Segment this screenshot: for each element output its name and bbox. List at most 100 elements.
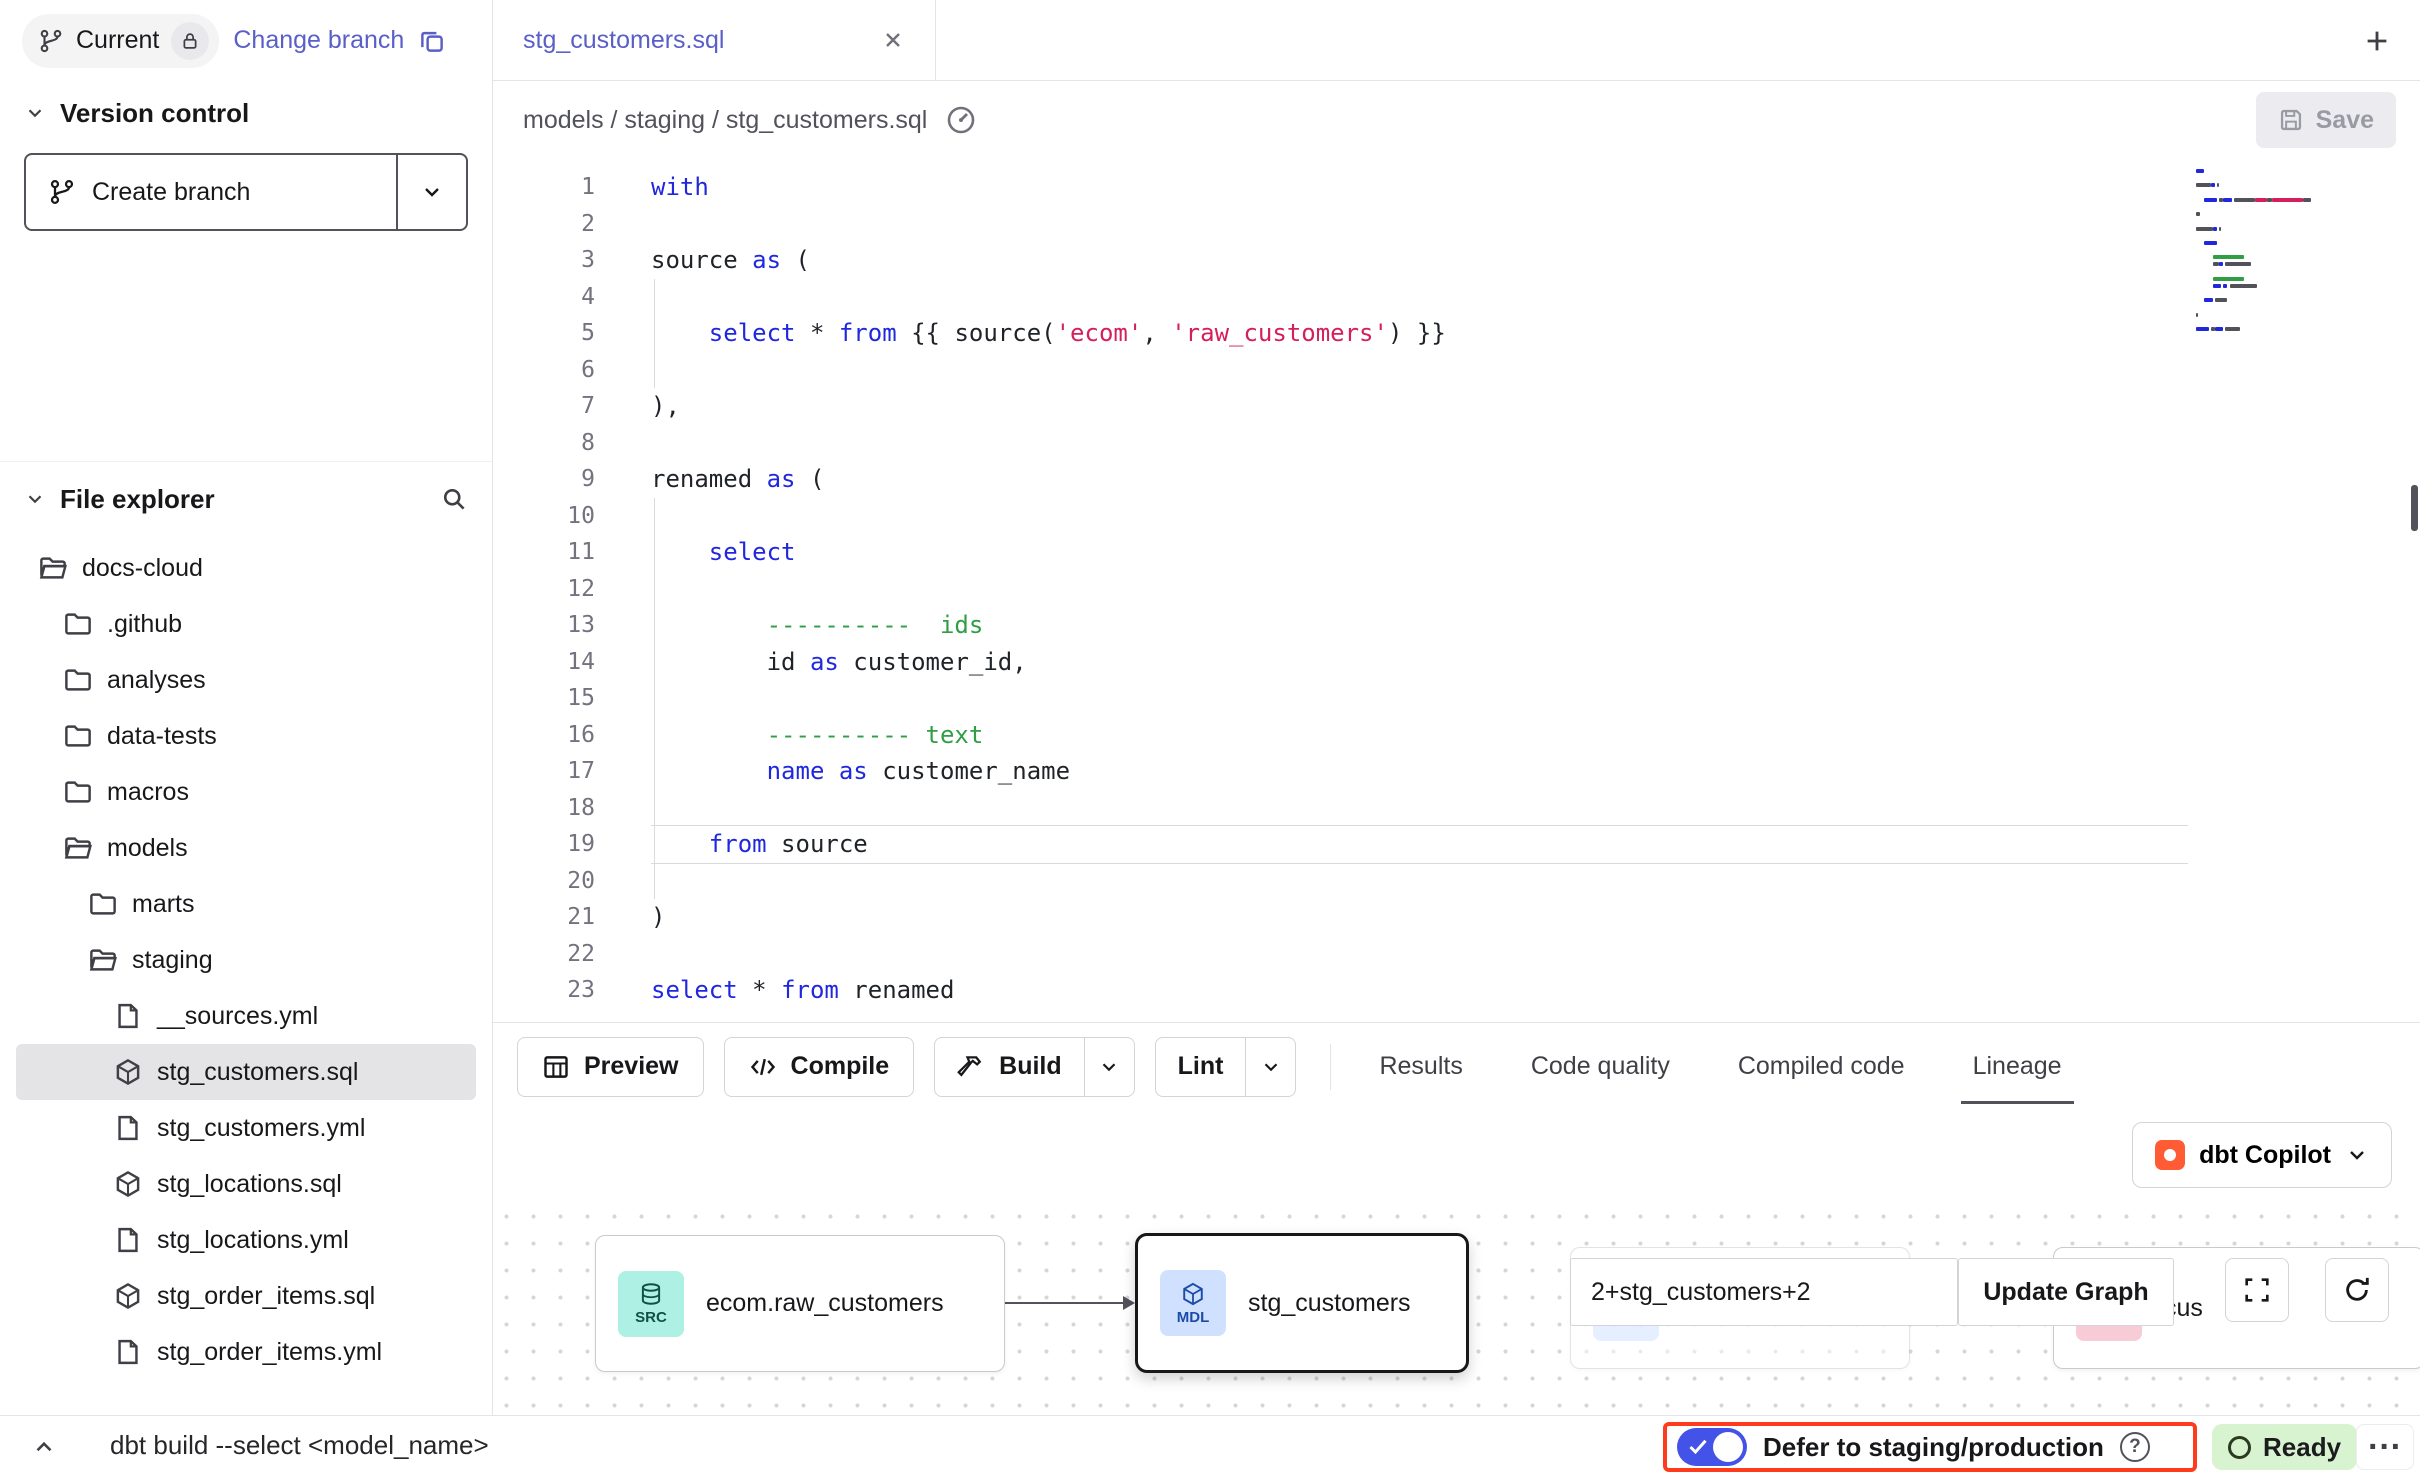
panel-tab-compiled-code[interactable]: Compiled code <box>1738 1023 1905 1110</box>
editor-scrollbar[interactable] <box>2411 485 2418 531</box>
code-line-6[interactable]: 6 <box>493 352 2188 389</box>
file-item-label: data-tests <box>107 722 217 751</box>
folder-open-icon <box>38 553 68 583</box>
refresh-button[interactable] <box>2325 1258 2389 1322</box>
file-item-docs-cloud[interactable]: docs-cloud <box>16 540 476 596</box>
code-editor[interactable]: 1with23source as (45 select * from {{ so… <box>493 159 2420 1022</box>
file-icon <box>113 1337 143 1367</box>
collapse-panel-button[interactable] <box>24 1430 64 1464</box>
panel-tab-code-quality[interactable]: Code quality <box>1531 1023 1670 1110</box>
code-line-15[interactable]: 15 <box>493 680 2188 717</box>
line-content: from source <box>651 826 2188 863</box>
code-line-14[interactable]: 14 id as customer_id, <box>493 644 2188 681</box>
file-item-stg-order-items-yml[interactable]: stg_order_items.yml <box>16 1324 476 1380</box>
new-tab-button[interactable] <box>2354 18 2400 64</box>
create-branch-button[interactable]: Create branch <box>26 155 396 229</box>
file-item-stg-locations-yml[interactable]: stg_locations.yml <box>16 1212 476 1268</box>
save-button[interactable]: Save <box>2256 92 2396 148</box>
lineage-node-stg-customers[interactable]: MDL stg_customers <box>1135 1233 1469 1373</box>
code-line-2[interactable]: 2 <box>493 206 2188 243</box>
fullscreen-button[interactable] <box>2225 1258 2289 1322</box>
file-item-analyses[interactable]: analyses <box>16 652 476 708</box>
version-control-header[interactable]: Version control <box>0 81 492 145</box>
dbt-copilot-button[interactable]: dbt Copilot <box>2132 1122 2392 1188</box>
code-line-7[interactable]: 7), <box>493 388 2188 425</box>
code-line-11[interactable]: 11 select <box>493 534 2188 571</box>
code-line-4[interactable]: 4 <box>493 279 2188 316</box>
tab-stg-customers-sql[interactable]: stg_customers.sql <box>493 0 936 80</box>
code-line-9[interactable]: 9renamed as ( <box>493 461 2188 498</box>
file-item-label: __sources.yml <box>157 1002 318 1031</box>
cube-icon <box>1180 1281 1206 1307</box>
build-label: Build <box>999 1052 1062 1081</box>
change-branch-link[interactable]: Change branch <box>233 26 404 55</box>
current-branch-pill[interactable]: Current <box>22 14 219 68</box>
file-explorer-header[interactable]: File explorer <box>0 462 492 536</box>
panel-tab-results[interactable]: Results <box>1379 1023 1462 1110</box>
sidebar: Current Change branch Version control <box>0 0 493 1415</box>
code-line-8[interactable]: 8 <box>493 425 2188 462</box>
copy-icon[interactable] <box>418 27 446 55</box>
file-item-macros[interactable]: macros <box>16 764 476 820</box>
code-line-3[interactable]: 3source as ( <box>493 242 2188 279</box>
gauge-icon[interactable] <box>945 104 977 136</box>
panel-tab-lineage[interactable]: Lineage <box>1973 1023 2062 1110</box>
compile-button[interactable]: Compile <box>724 1037 915 1097</box>
line-content: ---------- text <box>651 717 2188 754</box>
lock-icon <box>180 31 200 51</box>
lint-dropdown[interactable] <box>1245 1038 1295 1096</box>
build-dropdown[interactable] <box>1084 1038 1134 1096</box>
branch-bar: Current Change branch <box>0 0 492 81</box>
code-line-12[interactable]: 12 <box>493 571 2188 608</box>
minimap[interactable] <box>2196 169 2320 334</box>
file-item-label: marts <box>132 890 195 919</box>
code-line-10[interactable]: 10 <box>493 498 2188 535</box>
badge-label: SRC <box>635 1309 667 1326</box>
status-badge[interactable]: Ready <box>2212 1424 2357 1470</box>
file-item-stg-customers-yml[interactable]: stg_customers.yml <box>16 1100 476 1156</box>
code-line-20[interactable]: 20 <box>493 863 2188 900</box>
file-item-label: macros <box>107 778 189 807</box>
lineage-node-source[interactable]: SRC ecom.raw_customers <box>595 1235 1005 1372</box>
code-line-1[interactable]: 1with <box>493 169 2188 206</box>
file-item-stg-order-items-sql[interactable]: stg_order_items.sql <box>16 1268 476 1324</box>
fullscreen-icon <box>2242 1275 2272 1305</box>
lint-button[interactable]: Lint <box>1156 1038 1246 1096</box>
close-icon[interactable] <box>881 28 905 52</box>
code-line-22[interactable]: 22 <box>493 936 2188 973</box>
help-icon[interactable]: ? <box>2120 1432 2150 1462</box>
update-graph-button[interactable]: Update Graph <box>1958 1258 2174 1326</box>
file-item-models[interactable]: models <box>16 820 476 876</box>
code-line-5[interactable]: 5 select * from {{ source('ecom', 'raw_c… <box>493 315 2188 352</box>
ready-circle-icon <box>2228 1436 2251 1459</box>
code-line-17[interactable]: 17 name as customer_name <box>493 753 2188 790</box>
code-icon <box>749 1053 777 1081</box>
preview-button[interactable]: Preview <box>517 1037 704 1097</box>
preview-label: Preview <box>584 1052 679 1081</box>
cli-command-text[interactable]: dbt build --select <model_name> <box>110 1430 489 1461</box>
defer-toggle[interactable] <box>1677 1428 1747 1466</box>
file-item-label: stg_locations.yml <box>157 1226 349 1255</box>
code-line-19[interactable]: 19 from source <box>493 826 2188 863</box>
file-item-stg-locations-sql[interactable]: stg_locations.sql <box>16 1156 476 1212</box>
build-button[interactable]: Build <box>935 1038 1084 1096</box>
code-line-13[interactable]: 13 ---------- ids <box>493 607 2188 644</box>
code-line-23[interactable]: 23select * from renamed <box>493 972 2188 1009</box>
search-icon[interactable] <box>440 485 468 513</box>
overflow-menu-button[interactable]: ··· <box>2356 1424 2414 1470</box>
file-item-stg-customers-sql[interactable]: stg_customers.sql <box>16 1044 476 1100</box>
file-item-label: stg_order_items.yml <box>157 1338 382 1367</box>
file-item--sources-yml[interactable]: __sources.yml <box>16 988 476 1044</box>
code-line-18[interactable]: 18 <box>493 790 2188 827</box>
code-line-21[interactable]: 21) <box>493 899 2188 936</box>
file-item-data-tests[interactable]: data-tests <box>16 708 476 764</box>
file-item-staging[interactable]: staging <box>16 932 476 988</box>
defer-label: Defer to staging/production <box>1763 1432 2104 1463</box>
file-item--github[interactable]: .github <box>16 596 476 652</box>
file-item-marts[interactable]: marts <box>16 876 476 932</box>
lineage-selector-input[interactable] <box>1570 1258 1958 1326</box>
create-branch-dropdown[interactable] <box>396 155 466 229</box>
line-number: 9 <box>493 461 595 498</box>
code-line-16[interactable]: 16 ---------- text <box>493 717 2188 754</box>
lineage-canvas[interactable]: MDL customers SEM cus SR <box>493 1203 2420 1415</box>
